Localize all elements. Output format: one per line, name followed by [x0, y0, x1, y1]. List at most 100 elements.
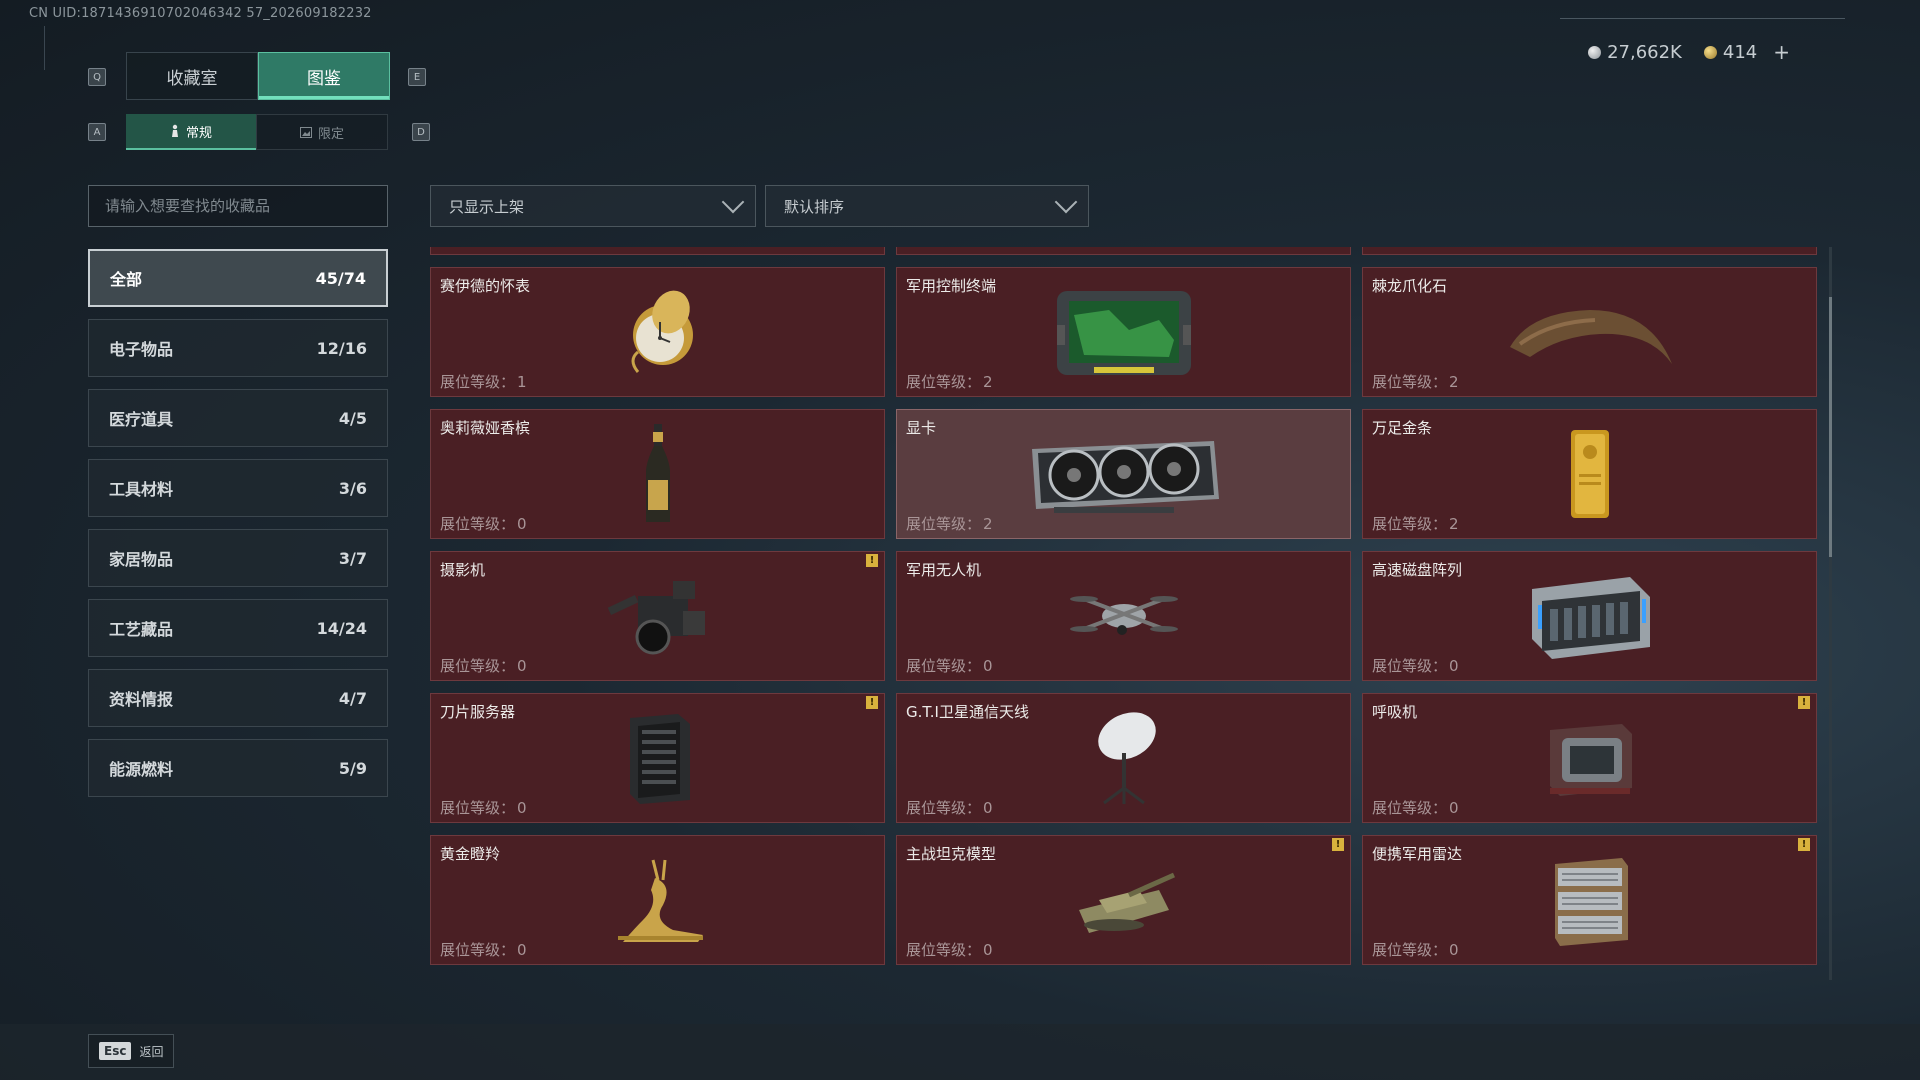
category-crafts[interactable]: 工艺藏品 14/24: [88, 599, 388, 657]
collection-item-card[interactable]: 军用控制终端 展位等级： 2: [896, 267, 1351, 397]
subtab-limited[interactable]: 限定: [256, 114, 388, 150]
collection-grid-viewport[interactable]: 展位等级：2展位等级：0展位等级：2赛伊德的怀表展位等级：1军用控制终端展位等级…: [430, 247, 1820, 980]
category-intel[interactable]: 资料情报 4/7: [88, 669, 388, 727]
category-count: 3/7: [338, 548, 367, 568]
category-label: 全部: [110, 270, 143, 289]
alert-badge-icon: !: [866, 554, 878, 567]
scrollbar-thumb[interactable]: [1829, 297, 1832, 557]
category-count: 4/7: [338, 688, 367, 708]
collection-item-card[interactable]: 刀片服务器 展位等级： 0!: [430, 693, 885, 823]
collection-item-card[interactable]: 棘龙爪化石 展位等级： 2: [1362, 267, 1817, 397]
grid-scrollbar[interactable]: [1829, 247, 1832, 980]
item-name: 显卡: [906, 419, 937, 437]
chevron-down-icon: [721, 190, 745, 214]
category-count: 3/6: [338, 478, 367, 498]
level-label: 展位等级：: [440, 247, 515, 249]
item-level: 展位等级：2: [1372, 247, 1459, 250]
item-name: 万足金条: [1372, 419, 1433, 437]
collection-item-card[interactable]: 高速磁盘阵列 展位等级： 0: [1362, 551, 1817, 681]
category-medical[interactable]: 医疗道具 4/5: [88, 389, 388, 447]
level-value: 2: [983, 373, 993, 391]
key-e-hint[interactable]: E: [408, 68, 426, 86]
collection-item-card[interactable]: G.T.I卫星通信天线 展位等级： 0: [896, 693, 1351, 823]
item-level: 展位等级：0: [440, 939, 527, 960]
collection-item-card[interactable]: 主战坦克模型 展位等级： 0!: [896, 835, 1351, 965]
graphics-card-icon: [1019, 419, 1229, 529]
collection-item-card[interactable]: 呼吸机 展位等级： 0!: [1362, 693, 1817, 823]
item-level: 展位等级：2: [906, 513, 993, 534]
item-name: 摄影机: [440, 561, 486, 579]
silver-currency: 27,662K: [1588, 42, 1682, 63]
back-button[interactable]: Esc 返回: [88, 1034, 175, 1068]
collection-item-card[interactable]: 军用无人机展位等级： 0: [896, 551, 1351, 681]
category-all[interactable]: 全部 45/74: [88, 249, 388, 307]
collection-search-input[interactable]: [88, 185, 388, 227]
category-label: 医疗道具: [109, 410, 174, 429]
category-electronics[interactable]: 电子物品 12/16: [88, 319, 388, 377]
gold-currency: 414 +: [1703, 40, 1790, 64]
sub-tabs: 常规 限定: [126, 114, 388, 150]
champagne-bottle-icon: [553, 419, 763, 529]
level-value: 2: [983, 515, 993, 533]
item-name: 刀片服务器: [440, 703, 516, 721]
claw-fossil-icon: [1485, 277, 1695, 387]
level-label: 展位等级：: [440, 657, 516, 675]
sort-value: 默认排序: [784, 197, 845, 216]
item-level: 展位等级：0: [1372, 655, 1459, 676]
collection-grid: 展位等级：2展位等级：0展位等级：2赛伊德的怀表展位等级：1军用控制终端展位等级…: [430, 247, 1817, 965]
gold-coin-icon: [1703, 45, 1717, 59]
item-level: 展位等级：0: [906, 655, 993, 676]
shelf-filter-dropdown[interactable]: 只显示上架: [430, 185, 756, 227]
level-value: 0: [517, 799, 527, 817]
collection-item-card[interactable]: 展位等级：0: [896, 247, 1351, 255]
add-currency-button[interactable]: +: [1773, 40, 1790, 64]
level-label: 展位等级：: [1372, 373, 1448, 391]
level-label: 展位等级：: [906, 373, 982, 391]
item-level: 展位等级：0: [440, 655, 527, 676]
item-level: 展位等级：2: [906, 371, 993, 392]
key-q-hint[interactable]: Q: [88, 68, 106, 86]
alert-badge-icon: !: [1798, 696, 1810, 709]
subtab-regular[interactable]: 常规: [126, 114, 256, 150]
level-label: 展位等级：: [1372, 657, 1448, 675]
level-label: 展位等级：: [906, 247, 981, 249]
sort-dropdown[interactable]: 默认排序: [765, 185, 1089, 227]
category-label: 工具材料: [109, 480, 174, 499]
chevron-down-icon: [1054, 190, 1078, 214]
collection-item-card[interactable]: 展位等级：2: [430, 247, 885, 255]
item-name: 呼吸机: [1372, 703, 1418, 721]
ventilator-icon: [1485, 703, 1695, 813]
tab-encyclopedia[interactable]: 图鉴: [258, 52, 390, 100]
item-level: 展位等级： 1: [440, 371, 527, 392]
level-value: 0: [983, 941, 993, 959]
item-name: 军用无人机: [906, 561, 982, 579]
collection-item-card[interactable]: 便携军用雷达 展位等级： 0!: [1362, 835, 1817, 965]
level-value: 0: [1449, 657, 1459, 675]
level-label: 展位等级：: [440, 373, 516, 391]
collection-item-card[interactable]: 显卡展位等级： 2: [896, 409, 1351, 539]
collection-item-card[interactable]: 奥莉薇娅香槟 展位等级： 0: [430, 409, 885, 539]
category-list: 全部 45/74 电子物品 12/16 医疗道具 4/5 工具材料 3/6 家居…: [88, 249, 388, 809]
item-level: 展位等级：0: [906, 247, 993, 250]
gold-bar-icon: [1485, 419, 1695, 529]
collection-item-card[interactable]: 赛伊德的怀表 展位等级： 1: [430, 267, 885, 397]
category-label: 资料情报: [109, 690, 174, 709]
key-d-hint[interactable]: D: [412, 123, 430, 141]
collection-item-card[interactable]: 展位等级：2: [1362, 247, 1817, 255]
collection-item-card[interactable]: 万足金条 展位等级： 2: [1362, 409, 1817, 539]
silver-amount: 27,662K: [1607, 41, 1682, 63]
level-label: 展位等级：: [906, 799, 982, 817]
shelf-filter-value: 只显示上架: [449, 197, 525, 216]
level-value: 0: [983, 247, 993, 249]
category-tools[interactable]: 工具材料 3/6: [88, 459, 388, 517]
collection-item-card[interactable]: 摄影机展位等级： 0!: [430, 551, 885, 681]
level-label: 展位等级：: [906, 515, 982, 533]
level-value: 0: [517, 941, 527, 959]
category-energy[interactable]: 能源燃料 5/9: [88, 739, 388, 797]
camera-icon: [553, 561, 763, 671]
category-household[interactable]: 家居物品 3/7: [88, 529, 388, 587]
item-name: G.T.I卫星通信天线: [906, 703, 1029, 721]
tab-collection-room[interactable]: 收藏室: [126, 52, 258, 100]
key-a-hint[interactable]: A: [88, 123, 106, 141]
collection-item-card[interactable]: 黄金瞪羚 展位等级： 0: [430, 835, 885, 965]
